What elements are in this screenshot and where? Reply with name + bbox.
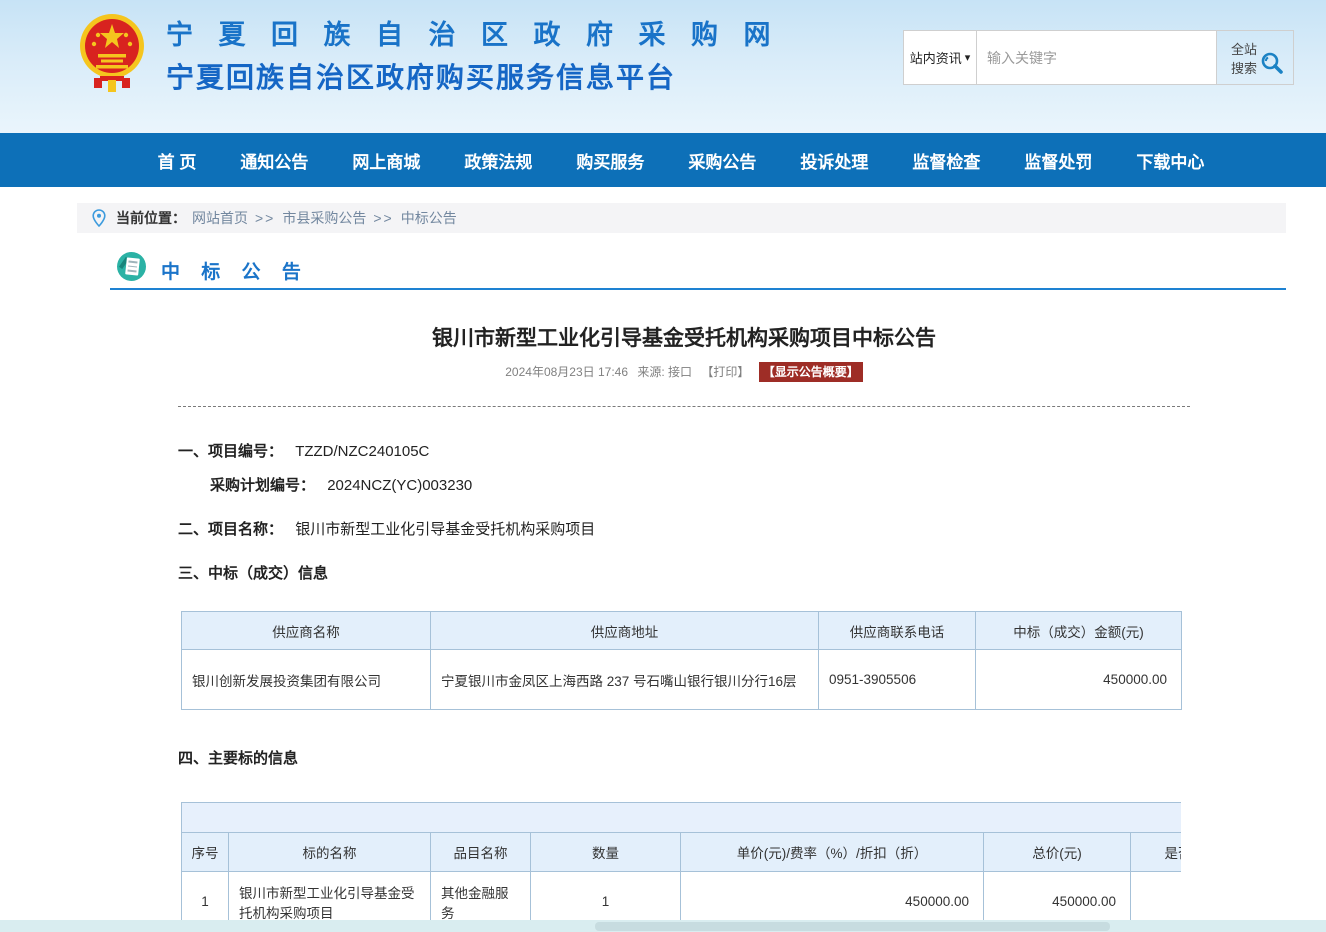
award-info-heading: 三、中标（成交）信息 (178, 562, 1190, 583)
show-summary-badge[interactable]: 【显示公告概要】 (759, 362, 863, 382)
nav-item-online-mall[interactable]: 网上商城 (352, 148, 420, 173)
col-award-amount: 中标（成交）金额(元) (976, 612, 1182, 650)
table-row: 银川创新发展投资集团有限公司 宁夏银川市金凤区上海西路 237 号石嘴山银行银川… (182, 650, 1182, 710)
col-item-name: 品目名称 (431, 833, 531, 872)
subject-info-table: 序号 标的名称 品目名称 数量 单价(元)/费率（%）/折扣（折） 总价(元) … (181, 802, 1181, 932)
project-name-value: 银川市新型工业化引导基金受托机构采购项目 (295, 521, 595, 538)
cell-supplier-phone: 0951-3905506 (819, 650, 976, 710)
nav-item-download-center[interactable]: 下载中心 (1136, 148, 1204, 173)
site-title-line1: 宁 夏 回 族 自 治 区 政 府 采 购 网 (166, 13, 780, 52)
breadcrumb-link-award[interactable]: 中标公告 (401, 208, 457, 228)
col-subject-name: 标的名称 (229, 833, 431, 872)
col-quantity: 数量 (531, 833, 681, 872)
cell-award-amount: 450000.00 (976, 650, 1182, 710)
print-button[interactable]: 【打印】 (701, 365, 749, 379)
project-name-label: 二、项目名称： (178, 521, 283, 538)
scrollbar-thumb[interactable] (595, 922, 1110, 931)
col-index: 序号 (182, 833, 229, 872)
search-button[interactable]: 全站 搜索 (1217, 31, 1293, 84)
section-title: 中 标 公 告 (161, 257, 309, 284)
location-pin-icon (92, 209, 106, 227)
nav-item-notices[interactable]: 通知公告 (240, 148, 308, 173)
horizontal-scrollbar[interactable] (0, 920, 1326, 932)
breadcrumb-link-home[interactable]: 网站首页 (192, 208, 248, 228)
col-supplier-name: 供应商名称 (182, 612, 431, 650)
national-emblem-logo (78, 8, 146, 92)
nav-item-purchase-services[interactable]: 购买服务 (576, 148, 644, 173)
search-button-label-2: 搜索 (1231, 59, 1261, 78)
cell-supplier-name: 银川创新发展投资集团有限公司 (182, 650, 431, 710)
search-category-select[interactable]: 站内资讯 ▾ (903, 31, 977, 84)
search-icon (1259, 51, 1285, 77)
main-nav: 首 页 通知公告 网上商城 政策法规 购买服务 采购公告 投诉处理 监督检查 监… (0, 133, 1326, 187)
page: 宁 夏 回 族 自 治 区 政 府 采 购 网 宁夏回族自治区政府购买服务信息平… (0, 0, 1326, 932)
project-name-line: 二、项目名称： 银川市新型工业化引导基金受托机构采购项目 (178, 520, 1190, 540)
breadcrumb-link-city-county[interactable]: 市县采购公告 (282, 208, 366, 228)
subject-table-scroll-area[interactable]: 序号 标的名称 品目名称 数量 单价(元)/费率（%）/折扣（折） 总价(元) … (181, 802, 1181, 932)
plan-number-line: 采购计划编号： 2024NCZ(YC)003230 (178, 476, 1190, 496)
subject-info-heading: 四、主要标的信息 (178, 747, 1190, 768)
search-category-label: 站内资讯 (910, 48, 962, 67)
col-supplier-address: 供应商地址 (431, 612, 819, 650)
col-supplier-phone: 供应商联系电话 (819, 612, 976, 650)
site-header: 宁 夏 回 族 自 治 区 政 府 采 购 网 宁夏回族自治区政府购买服务信息平… (0, 0, 1326, 133)
nav-item-supervision-penalty[interactable]: 监督处罚 (1024, 148, 1092, 173)
nav-item-home[interactable]: 首 页 (158, 148, 197, 173)
article-meta: 2024年08月23日 17:46 来源: 接口 【打印】 【显示公告概要】 (178, 362, 1190, 382)
plan-number-label: 采购计划编号： (210, 477, 315, 494)
col-clipped: 是否 (1131, 833, 1182, 872)
site-title-line2: 宁夏回族自治区政府购买服务信息平台 (166, 56, 780, 96)
plan-number-value: 2024NCZ(YC)003230 (327, 477, 472, 494)
announcement-article: 银川市新型工业化引导基金受托机构采购项目中标公告 2024年08月23日 17:… (178, 322, 1190, 932)
breadcrumb-label: 当前位置： (116, 208, 186, 228)
cell-supplier-address: 宁夏银川市金凤区上海西路 237 号石嘴山银行银川分行16层 (431, 650, 819, 710)
publish-datetime: 2024年08月23日 17:46 (505, 365, 628, 379)
project-number-value: TZZD/NZC240105C (295, 443, 429, 460)
dashed-divider (178, 406, 1190, 407)
document-icon (117, 252, 146, 281)
nav-item-complaints[interactable]: 投诉处理 (800, 148, 868, 173)
nav-item-procurement-announcements[interactable]: 采购公告 (688, 148, 756, 173)
source-label: 来源: 接口 (637, 365, 692, 379)
search-input[interactable] (977, 31, 1217, 84)
search-button-label-1: 全站 (1231, 40, 1261, 59)
site-search: 站内资讯 ▾ 全站 搜索 (903, 30, 1294, 85)
col-unit-price: 单价(元)/费率（%）/折扣（折） (681, 833, 984, 872)
table-empty-band-row (182, 803, 1182, 833)
award-info-table: 供应商名称 供应商地址 供应商联系电话 中标（成交）金额(元) 银川创新发展投资… (181, 611, 1182, 710)
section-underline (110, 288, 1286, 290)
nav-item-policies[interactable]: 政策法规 (464, 148, 532, 173)
col-total-price: 总价(元) (984, 833, 1131, 872)
chevron-down-icon: ▾ (965, 51, 971, 64)
breadcrumb: 当前位置： 网站首页 >> 市县采购公告 >> 中标公告 (77, 203, 1286, 233)
table-header-row: 供应商名称 供应商地址 供应商联系电话 中标（成交）金额(元) (182, 612, 1182, 650)
page-title: 银川市新型工业化引导基金受托机构采购项目中标公告 (178, 322, 1190, 352)
project-number-line: 一、项目编号： TZZD/NZC240105C (178, 442, 1190, 462)
table-header-row: 序号 标的名称 品目名称 数量 单价(元)/费率（%）/折扣（折） 总价(元) … (182, 833, 1182, 872)
breadcrumb-separator: >> (255, 210, 275, 226)
nav-item-supervision-inspection[interactable]: 监督检查 (912, 148, 980, 173)
breadcrumb-separator: >> (373, 210, 393, 226)
project-number-label: 一、项目编号： (178, 443, 283, 460)
